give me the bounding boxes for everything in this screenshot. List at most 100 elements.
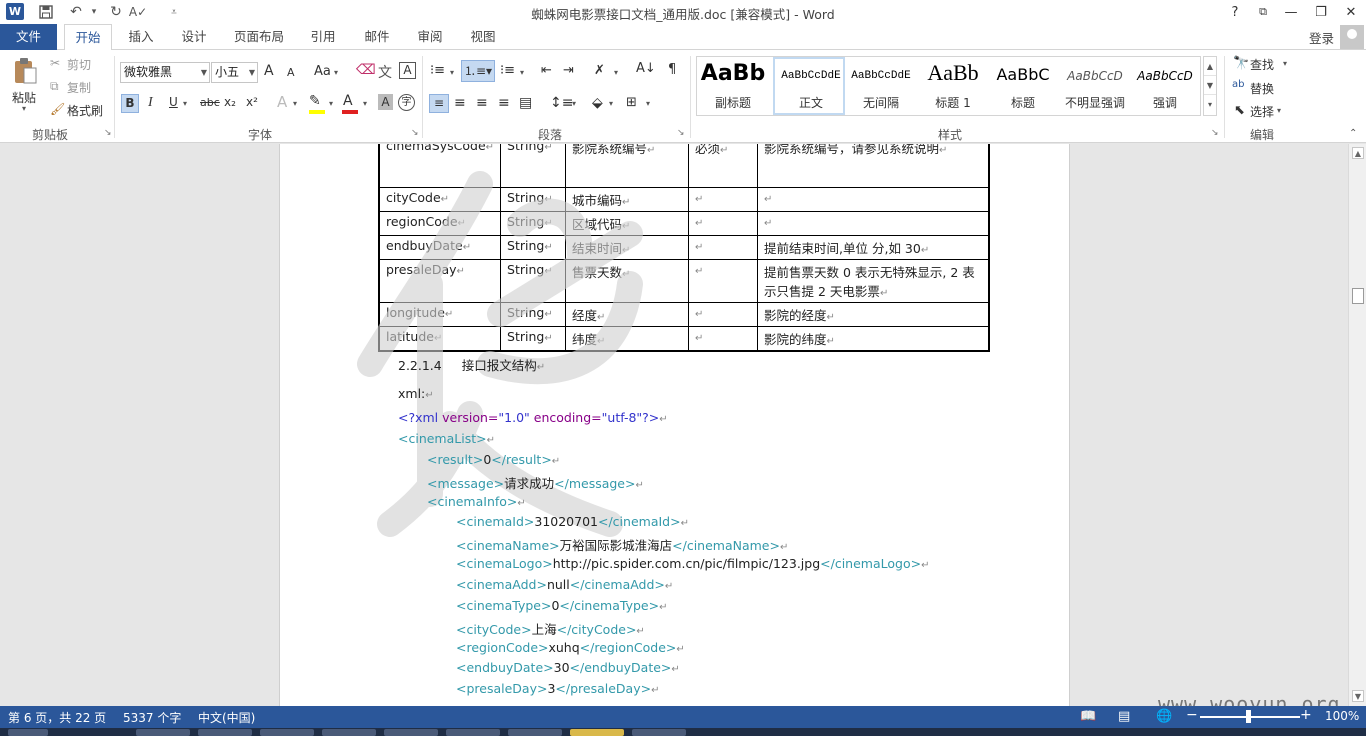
minimize-button[interactable]: — (1278, 2, 1304, 22)
format-painter-icon[interactable]: 🖌 (50, 102, 65, 116)
underline-button[interactable]: U (169, 95, 178, 109)
table-cell[interactable]: 售票天数↵ (565, 258, 690, 303)
taskbar-app[interactable] (384, 729, 438, 736)
font-size-dropdown-icon[interactable]: ▼ (249, 63, 255, 82)
table-cell[interactable]: String↵ (500, 325, 567, 351)
phonetic-guide-icon[interactable]: 文 (378, 62, 392, 82)
document-area[interactable]: cinemaSysCode↵ String↵ 影院系统编号↵ 必须↵ 影院系统编号，请参… (0, 144, 1348, 706)
vertical-scrollbar[interactable]: ▲ ▼ (1348, 144, 1366, 706)
scroll-thumb[interactable] (1352, 288, 1364, 304)
table-cell[interactable]: cityCode↵ (378, 186, 502, 212)
paste-icon[interactable] (8, 56, 42, 86)
sort-icon[interactable]: A↓ (636, 61, 656, 76)
styles-launcher-icon[interactable]: ↘ (1211, 128, 1219, 138)
word-count[interactable]: 5337 个字 (123, 709, 181, 726)
character-border-icon[interactable]: A (399, 62, 416, 79)
user-avatar[interactable] (1340, 25, 1364, 49)
table-cell[interactable]: 影院系统编号↵ (565, 144, 690, 188)
show-marks-icon[interactable]: ¶ (668, 62, 676, 77)
zoom-out-icon[interactable]: − (1186, 707, 1198, 723)
font-name-combo[interactable]: 微软雅黑 ▼ (120, 62, 210, 83)
align-left-icon[interactable]: ≡ (429, 94, 449, 113)
highlight-dropdown-icon[interactable]: ▾ (329, 99, 333, 108)
style-emphasis[interactable]: AaBbCcD 强调 (1129, 57, 1201, 115)
highlight-icon[interactable]: ✎ (309, 93, 321, 109)
table-cell[interactable]: 影院的纬度↵ (757, 325, 990, 351)
paste-dropdown-icon[interactable]: ▾ (22, 104, 26, 113)
increase-indent-icon[interactable]: ⇥ (563, 63, 574, 78)
table-cell[interactable]: String↵ (500, 144, 567, 188)
read-mode-icon[interactable]: 📖 (1080, 709, 1096, 724)
superscript-button[interactable]: x² (246, 95, 258, 109)
font-name-dropdown-icon[interactable]: ▼ (201, 63, 207, 82)
font-color-icon[interactable]: A (343, 93, 353, 109)
table-cell[interactable]: 提前售票天数 0 表示无特殊显示, 2 表示只售提 2 天电影票↵ (757, 258, 990, 303)
replace-button[interactable]: 替换 (1250, 80, 1274, 97)
format-painter-button[interactable]: 格式刷 (67, 102, 103, 119)
table-cell[interactable]: ↵ (688, 186, 759, 212)
replace-icon[interactable]: ab (1232, 79, 1244, 90)
table-cell[interactable]: 结束时间↵ (565, 234, 690, 260)
clipboard-launcher-icon[interactable]: ↘ (104, 128, 112, 138)
change-case-dropdown-icon[interactable]: ▾ (334, 68, 338, 77)
table-cell[interactable]: ↵ (757, 210, 990, 236)
select-button[interactable]: 选择 (1250, 103, 1274, 120)
scroll-down-icon[interactable]: ▼ (1352, 690, 1364, 702)
gallery-more-icon[interactable]: ▾ (1204, 95, 1216, 114)
tab-design[interactable]: 设计 (171, 24, 217, 50)
table-cell[interactable]: 影院系统编号，请参见系统说明↵ (757, 144, 990, 188)
line-spacing-dropdown-icon[interactable]: ▾ (572, 99, 576, 108)
style-no-spacing[interactable]: AaBbCcDdE 无间隔 (845, 57, 917, 115)
underline-dropdown-icon[interactable]: ▾ (183, 99, 187, 108)
strikethrough-button[interactable]: abc (200, 96, 220, 109)
align-right-icon[interactable]: ≡ (476, 95, 488, 111)
style-subtitle[interactable]: AaBb 副标题 (697, 57, 769, 115)
multilevel-list-icon[interactable]: ⁝≡ (500, 63, 515, 78)
change-case-icon[interactable]: Aa (314, 64, 331, 79)
table-cell[interactable]: longitude↵ (378, 301, 502, 327)
collapse-ribbon-icon[interactable]: ⌃ (1349, 128, 1357, 139)
tab-mailings[interactable]: 邮件 (354, 24, 400, 50)
chinese-layout-icon[interactable]: ✗ (594, 63, 605, 78)
italic-button[interactable]: I (148, 95, 153, 111)
style-subtle-emphasis[interactable]: AaBbCcD 不明显强调 (1059, 57, 1131, 115)
table-cell[interactable]: String↵ (500, 186, 567, 212)
align-center-icon[interactable]: ≡ (454, 95, 466, 111)
line-spacing-icon[interactable]: ↕≡ (550, 95, 573, 111)
find-dropdown-icon[interactable]: ▾ (1283, 59, 1287, 68)
text-effects-icon[interactable]: A (277, 93, 287, 111)
close-button[interactable]: ✕ (1338, 2, 1364, 22)
tab-page-layout[interactable]: 页面布局 (226, 24, 292, 50)
borders-icon[interactable]: ⊞ (626, 95, 637, 110)
table-cell[interactable]: ↵ (688, 234, 759, 260)
table-cell[interactable]: 区域代码↵ (565, 210, 690, 236)
taskbar-app[interactable] (198, 729, 252, 736)
ribbon-display-options-button[interactable]: ⧉ (1250, 2, 1276, 22)
maximize-button[interactable]: ❐ (1308, 2, 1334, 22)
subscript-button[interactable]: x₂ (224, 95, 236, 109)
gallery-down-icon[interactable]: ▼ (1204, 76, 1216, 95)
bullets-dropdown-icon[interactable]: ▾ (450, 68, 454, 77)
taskbar-app-active[interactable] (570, 729, 624, 736)
text-effects-dropdown-icon[interactable]: ▾ (293, 99, 297, 108)
table-cell[interactable]: cinemaSysCode↵ (378, 144, 502, 188)
numbering-icon[interactable]: ⒈≡▾ (461, 60, 495, 82)
select-dropdown-icon[interactable]: ▾ (1277, 106, 1281, 115)
taskbar-app[interactable] (632, 729, 686, 736)
table-cell[interactable]: presaleDay↵ (378, 258, 502, 303)
font-color-dropdown-icon[interactable]: ▾ (363, 99, 367, 108)
taskbar-app[interactable] (136, 729, 190, 736)
decrease-indent-icon[interactable]: ⇤ (541, 63, 552, 78)
cut-button[interactable]: 剪切 (67, 56, 91, 73)
taskbar-app[interactable] (260, 729, 314, 736)
find-button[interactable]: 查找 (1250, 56, 1274, 73)
table-cell[interactable]: latitude↵ (378, 325, 502, 351)
login-link[interactable]: 登录 (1309, 28, 1334, 47)
font-launcher-icon[interactable]: ↘ (411, 128, 419, 138)
help-button[interactable]: ? (1222, 2, 1248, 22)
zoom-in-icon[interactable]: + (1300, 707, 1312, 723)
table-cell[interactable]: 必须↵ (688, 144, 759, 188)
tab-insert[interactable]: 插入 (118, 24, 164, 50)
table-cell[interactable]: 提前结束时间,单位 分,如 30↵ (757, 234, 990, 260)
start-button[interactable] (8, 729, 48, 736)
